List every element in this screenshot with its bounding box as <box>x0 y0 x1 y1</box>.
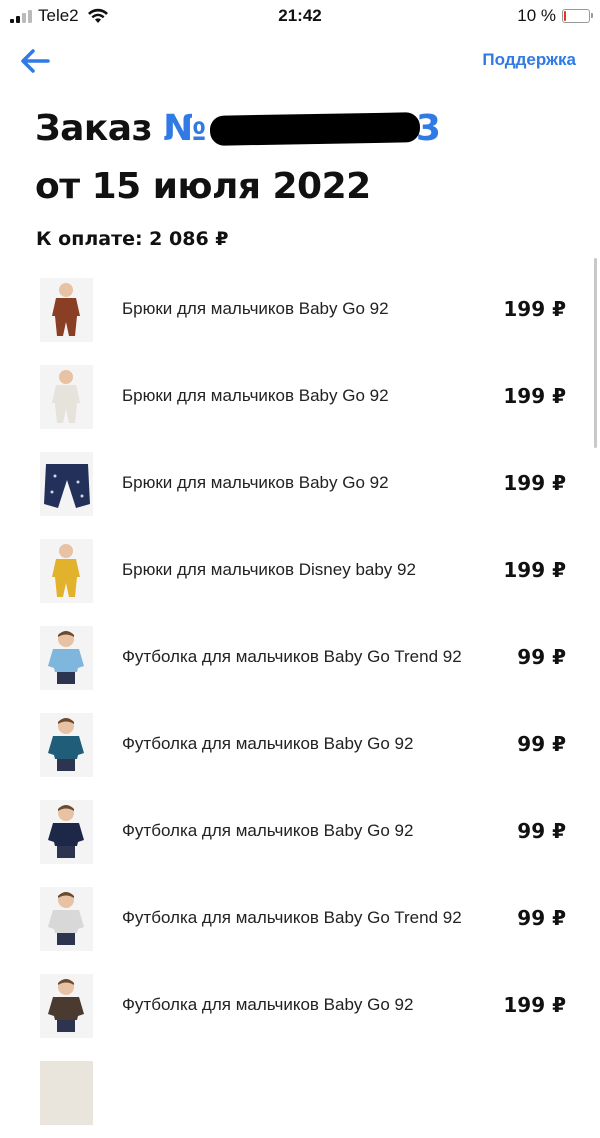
product-thumbnail[interactable] <box>40 800 93 864</box>
product-price: 199 ₽ <box>503 297 566 321</box>
product-name: Брюки для мальчиков Baby Go 92 <box>122 386 389 405</box>
status-time: 21:42 <box>278 6 322 25</box>
order-date: от 15 июля 2022 <box>35 166 371 207</box>
order-item-row[interactable]: Брюки для мальчиков Disney baby 92 199 ₽ <box>0 529 600 616</box>
order-number-sign: № <box>163 108 206 149</box>
product-thumbnail[interactable] <box>40 974 93 1038</box>
order-item-row-partial[interactable] <box>0 1051 600 1138</box>
status-right: 10 % <box>517 6 593 26</box>
product-price: 199 ₽ <box>503 558 566 582</box>
product-thumbnail[interactable] <box>40 887 93 951</box>
product-thumbnail[interactable] <box>40 539 93 603</box>
order-item-row[interactable]: Футболка для мальчиков Baby Go 92 99 ₽ <box>0 790 600 877</box>
support-link[interactable]: Поддержка <box>482 50 576 70</box>
product-name: Футболка для мальчиков Baby Go Trend 92 <box>122 647 462 666</box>
product-price: 99 ₽ <box>517 906 566 930</box>
order-item-row[interactable]: Футболка для мальчиков Baby Go Trend 92 9… <box>0 616 600 703</box>
order-item-row[interactable]: Футболка для мальчиков Baby Go Trend 92 9… <box>0 877 600 964</box>
order-title-prefix: Заказ <box>35 108 153 149</box>
product-name: Брюки для мальчиков Disney baby 92 <box>122 560 416 579</box>
product-price: 199 ₽ <box>503 993 566 1017</box>
product-price: 99 ₽ <box>517 645 566 669</box>
order-item-row[interactable]: Футболка для мальчиков Baby Go 92 199 ₽ <box>0 964 600 1051</box>
order-item-row[interactable]: Брюки для мальчиков Baby Go 92 199 ₽ <box>0 355 600 442</box>
scrollbar[interactable] <box>594 258 597 448</box>
order-title-line: Заказ № 3 <box>35 100 585 158</box>
nav-bar: Поддержка <box>0 40 600 84</box>
product-thumbnail[interactable] <box>40 626 93 690</box>
product-thumbnail[interactable] <box>40 1061 93 1125</box>
product-price: 199 ₽ <box>503 384 566 408</box>
product-thumbnail[interactable] <box>40 713 93 777</box>
product-name: Брюки для мальчиков Baby Go 92 <box>122 299 389 318</box>
order-items-list: Брюки для мальчиков Baby Go 92 199 ₽ Брюки… <box>0 268 600 1138</box>
battery-level-fill <box>564 11 566 21</box>
product-thumbnail[interactable] <box>40 365 93 429</box>
product-name: Футболка для мальчиков Baby Go 92 <box>122 734 414 753</box>
battery-icon <box>562 9 593 23</box>
order-item-row[interactable]: Брюки для мальчиков Baby Go 92 199 ₽ <box>0 442 600 529</box>
page-title: Заказ № 3 от 15 июля 2022 <box>35 100 585 216</box>
product-thumbnail[interactable] <box>40 278 93 342</box>
product-price: 99 ₽ <box>517 732 566 756</box>
product-name: Футболка для мальчиков Baby Go Trend 92 <box>122 908 462 927</box>
amount-to-pay: К оплате: 2 086 ₽ <box>36 228 229 250</box>
battery-percentage: 10 % <box>517 6 556 25</box>
product-name: Брюки для мальчиков Baby Go 92 <box>122 473 389 492</box>
back-arrow-icon[interactable] <box>18 46 52 76</box>
product-thumbnail[interactable] <box>40 452 93 516</box>
status-bar: Tele2 21:42 10 % <box>0 0 600 34</box>
redacted-order-number <box>209 112 421 146</box>
product-price: 99 ₽ <box>517 819 566 843</box>
product-name: Футболка для мальчиков Baby Go 92 <box>122 821 414 840</box>
product-price: 199 ₽ <box>503 471 566 495</box>
order-item-row[interactable]: Брюки для мальчиков Baby Go 92 199 ₽ <box>0 268 600 355</box>
product-name: Футболка для мальчиков Baby Go 92 <box>122 995 414 1014</box>
order-item-row[interactable]: Футболка для мальчиков Baby Go 92 99 ₽ <box>0 703 600 790</box>
